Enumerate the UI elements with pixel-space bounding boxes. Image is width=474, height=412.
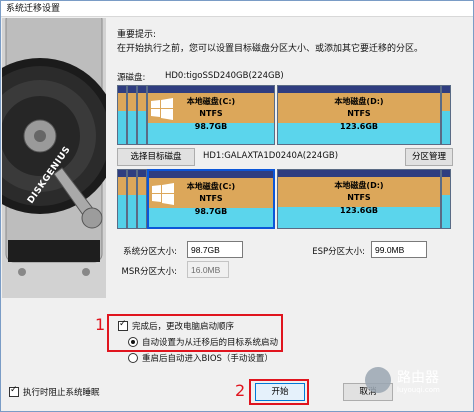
- reserved-partition-strip: [117, 169, 127, 229]
- start-button[interactable]: 开始: [255, 383, 305, 401]
- reserved-partition-strip: [117, 85, 127, 145]
- watermark-site: luyouqi.com: [397, 386, 440, 394]
- esp-partition-size-field[interactable]: [371, 241, 427, 258]
- boot-auto-radio[interactable]: [128, 337, 138, 347]
- router-logo-icon: [365, 367, 391, 393]
- reserved-partition-strip: [127, 169, 137, 229]
- annotation-marker-1: 1: [95, 315, 106, 334]
- partition-name: 本地磁盘(D:): [334, 181, 384, 190]
- trailing-partition-strip: [441, 85, 451, 145]
- select-target-disk-button[interactable]: 选择目标磁盘: [117, 148, 195, 166]
- boot-bios-radio[interactable]: [128, 353, 138, 363]
- trailing-partition-strip: [441, 169, 451, 229]
- checkmark-icon: ✓: [119, 319, 127, 329]
- reserved-partition-strip: [127, 85, 137, 145]
- partition-name: 本地磁盘(C:): [186, 182, 236, 191]
- msr-partition-size-field: [187, 261, 229, 278]
- checkmark-icon: ✓: [10, 385, 18, 395]
- partition-name: 本地磁盘(D:): [334, 97, 384, 106]
- change-boot-order-label: 完成后，更改电脑启动顺序: [132, 322, 235, 332]
- boot-bios-label: 重启后自动进入BIOS（手动设置）: [142, 354, 273, 364]
- partition-size: 123.6GB: [340, 122, 378, 131]
- partition-manage-button[interactable]: 分区管理: [405, 148, 453, 166]
- hard-disk-graphic: DISKGENIUS: [2, 18, 106, 298]
- target-partition-d[interactable]: 本地磁盘(D:) NTFS 123.6GB: [277, 169, 441, 229]
- source-disk-label: 源磁盘:: [117, 73, 146, 83]
- watermark-name: 路由器: [397, 370, 439, 386]
- boot-auto-label: 自动设置为从迁移后的目标系统启动: [142, 338, 279, 348]
- source-disk-name: HD0:tigoSSD240GB(224GB): [165, 71, 284, 81]
- partition-fs: NTFS: [347, 193, 371, 202]
- source-partition-c[interactable]: 本地磁盘(C:) NTFS 98.7GB: [147, 85, 275, 145]
- msr-partition-size-label: MSR分区大小:: [121, 267, 178, 277]
- watermark: 路由器 luyouqi.com: [363, 361, 471, 407]
- change-boot-order-checkbox[interactable]: ✓: [118, 319, 128, 331]
- partition-name: 本地磁盘(C:): [186, 97, 236, 106]
- target-partition-c[interactable]: 本地磁盘(C:) NTFS 98.7GB: [147, 169, 275, 229]
- annotation-marker-2: 2: [235, 381, 246, 400]
- reserved-partition-strip: [137, 169, 147, 229]
- partition-fs: NTFS: [347, 109, 371, 118]
- partition-size: 98.7GB: [194, 207, 228, 216]
- source-partition-d[interactable]: 本地磁盘(D:) NTFS 123.6GB: [277, 85, 441, 145]
- partition-size: 98.7GB: [194, 122, 228, 131]
- esp-partition-size-label: ESP分区大小:: [312, 247, 365, 257]
- system-partition-size-field[interactable]: [187, 241, 243, 258]
- reserved-partition-strip: [137, 85, 147, 145]
- prevent-sleep-label: 执行时阻止系统睡眠: [23, 388, 100, 398]
- prevent-sleep-checkbox[interactable]: ✓: [9, 385, 19, 397]
- notice-title: 重要提示:: [117, 30, 157, 40]
- target-disk-name: HD1:GALAXTA1D0240A(224GB): [203, 151, 339, 161]
- partition-fs: NTFS: [199, 194, 223, 203]
- target-disk-map: 本地磁盘(C:) NTFS 98.7GB 本地磁盘(D:) NTFS 123.6…: [117, 169, 451, 229]
- source-disk-map: 本地磁盘(C:) NTFS 98.7GB 本地磁盘(D:) NTFS 123.6…: [117, 85, 451, 145]
- window-title: 系统迁移设置: [1, 1, 473, 17]
- notice-text: 在开始执行之前，您可以设置目标磁盘分区大小、或添加其它要迁移的分区。: [117, 44, 424, 54]
- migration-settings-window: 系统迁移设置 DISKGENIUS 重要提示: 在开始执行之前，您可以设置目标磁…: [0, 0, 474, 412]
- partition-size: 123.6GB: [340, 206, 378, 215]
- system-partition-size-label: 系统分区大小:: [123, 247, 177, 257]
- partition-fs: NTFS: [199, 109, 223, 118]
